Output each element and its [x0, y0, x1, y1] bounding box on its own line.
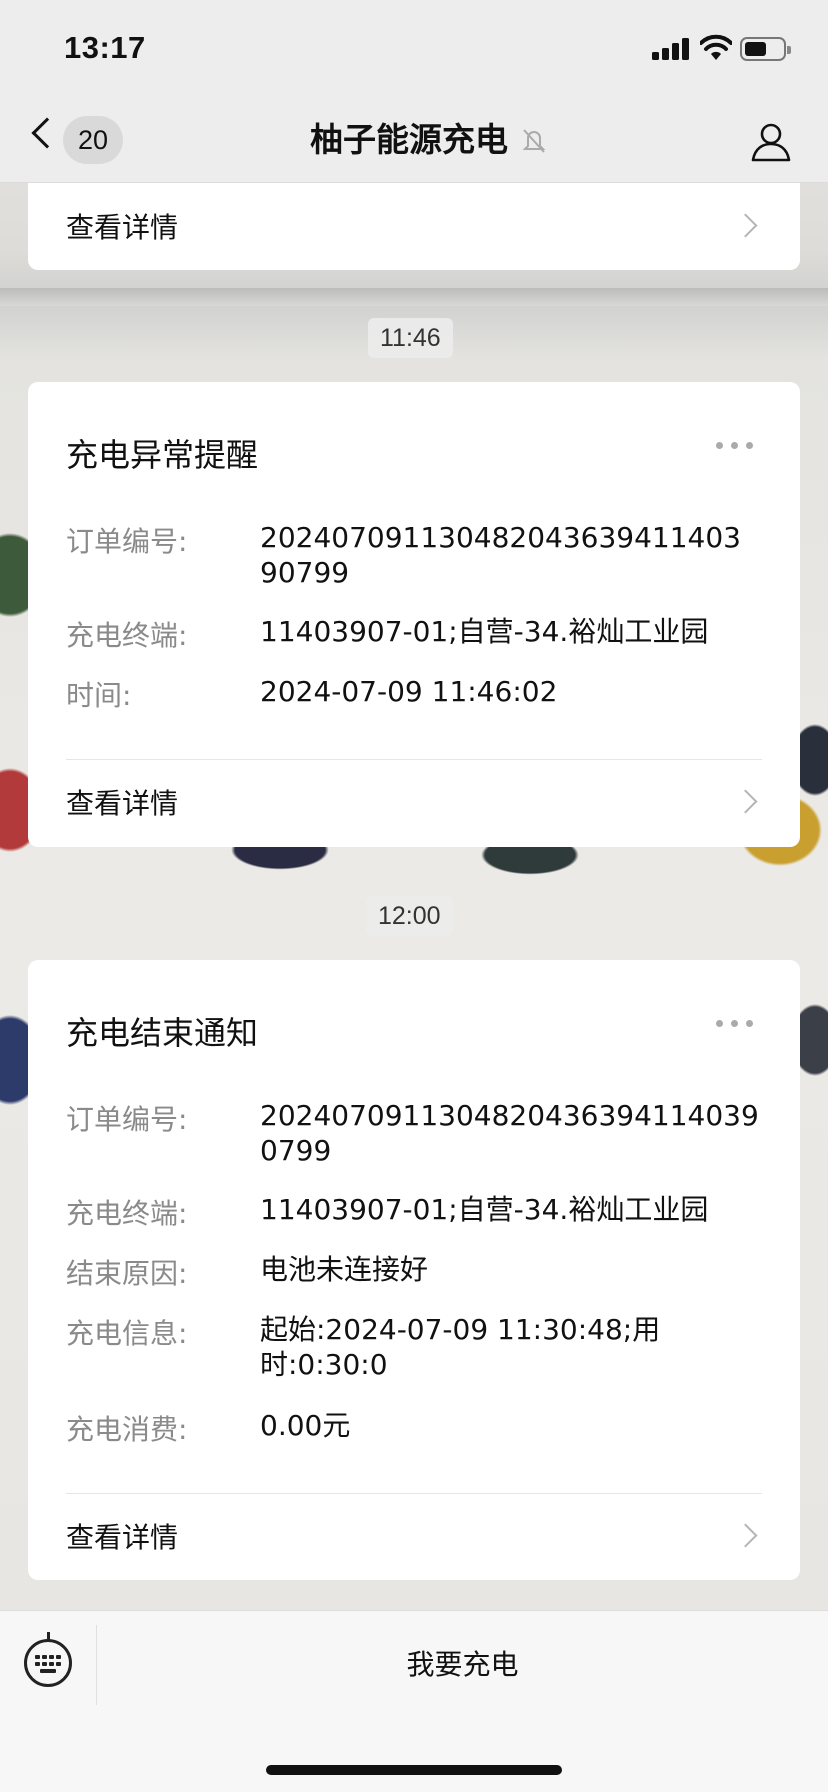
menu-button-start-charging[interactable]: 我要充电	[97, 1611, 828, 1719]
field-label: 结束原因:	[66, 1257, 188, 1290]
field-row: 充电终端: 11403907-01;自营-34.裕灿工业园	[66, 1192, 766, 1230]
field-row: 订单编号: 202407091130482043639411403 90799	[66, 520, 766, 592]
chevron-right-icon	[733, 1523, 758, 1548]
cellular-signal-icon	[652, 38, 690, 60]
field-label: 充电终端:	[66, 619, 188, 652]
view-details-button[interactable]: 查看详情	[28, 760, 800, 846]
field-value: 11403907-01;自营-34.裕灿工业园	[260, 615, 709, 648]
field-label: 时间:	[66, 679, 132, 712]
card-title: 充电异常提醒	[66, 436, 259, 474]
field-row: 充电终端: 11403907-01;自营-34.裕灿工业园	[66, 614, 766, 652]
field-label: 充电终端:	[66, 1197, 188, 1230]
field-row: 订单编号: 2024070911304820436394114039 0799	[66, 1098, 766, 1170]
field-label: 充电信息:	[66, 1317, 188, 1350]
bottom-menu-bar: 我要充电	[0, 1610, 828, 1792]
keyboard-toggle-icon[interactable]	[24, 1632, 72, 1687]
wifi-icon	[700, 34, 732, 60]
field-value: 起始:2024-07-09 11:30:48;用时:0:30:0	[260, 1313, 661, 1381]
view-details-label: 查看详情	[66, 211, 179, 244]
field-value: 2024070911304820436394114039 0799	[260, 1099, 759, 1167]
profile-icon[interactable]	[750, 120, 792, 162]
background-shelf	[0, 288, 828, 306]
view-details-label: 查看详情	[66, 787, 179, 820]
field-label: 订单编号:	[66, 1103, 188, 1136]
chevron-right-icon	[733, 789, 758, 814]
more-options-icon[interactable]	[716, 1020, 756, 1028]
field-label: 订单编号:	[66, 525, 188, 558]
field-value: 202407091130482043639411403 90799	[260, 521, 741, 589]
chat-title: 柚子能源充电	[310, 120, 508, 159]
field-value: 0.00元	[260, 1409, 351, 1442]
message-timestamp: 12:00	[366, 896, 453, 936]
message-card-charging-alert: 充电异常提醒 订单编号: 202407091130482043639411403…	[28, 382, 800, 847]
field-label: 充电消费:	[66, 1413, 188, 1446]
view-details-button[interactable]: 查看详情	[28, 1494, 800, 1580]
view-details-button[interactable]: 查看详情	[28, 184, 800, 270]
battery-icon	[740, 37, 791, 61]
view-details-label: 查看详情	[66, 1521, 179, 1554]
field-row: 结束原因: 电池未连接好	[66, 1252, 766, 1290]
field-row: 充电信息: 起始:2024-07-09 11:30:48;用时:0:30:0	[66, 1312, 766, 1384]
chevron-right-icon	[733, 213, 758, 238]
unread-count-badge[interactable]: 20	[63, 116, 123, 164]
field-row: 充电消费: 0.00元	[66, 1408, 766, 1446]
field-value: 11403907-01;自营-34.裕灿工业园	[260, 1193, 709, 1226]
message-timestamp: 11:46	[368, 318, 453, 358]
status-time: 13:17	[64, 30, 146, 65]
more-options-icon[interactable]	[716, 442, 756, 450]
field-row: 时间: 2024-07-09 11:46:02	[66, 674, 766, 712]
message-card-charging-finished: 充电结束通知 订单编号: 202407091130482043639411403…	[28, 960, 800, 1580]
navigation-bar: 13:17 20 柚子能源充电	[0, 0, 828, 183]
home-indicator	[266, 1765, 562, 1775]
field-value: 2024-07-09 11:46:02	[260, 675, 558, 708]
mute-bell-icon	[522, 129, 546, 153]
back-arrow-icon[interactable]	[31, 117, 63, 149]
field-value: 电池未连接好	[260, 1253, 429, 1286]
card-title: 充电结束通知	[66, 1014, 259, 1052]
